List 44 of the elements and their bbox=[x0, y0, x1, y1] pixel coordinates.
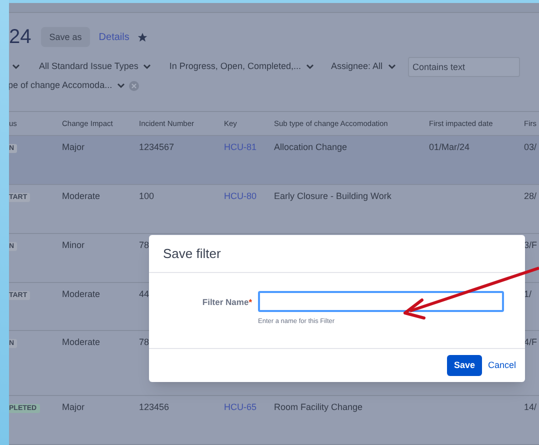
filter-dropdown[interactable]: Assignee: All bbox=[330, 60, 396, 74]
table-cell: 78 bbox=[139, 240, 150, 250]
table-cell: Moderate bbox=[62, 288, 100, 299]
table-cell: Major bbox=[62, 142, 85, 152]
table-cell: 44 bbox=[139, 288, 150, 299]
table-cell: 3/F bbox=[524, 240, 538, 250]
table-cell: Moderate bbox=[62, 190, 100, 201]
field-label: Filter Name bbox=[202, 297, 249, 307]
table-cell: Major bbox=[62, 402, 85, 412]
page-title: 24 bbox=[9, 27, 32, 48]
table-cell: 123456 bbox=[139, 402, 170, 412]
chevron-down-icon bbox=[117, 83, 126, 90]
issue-link[interactable]: HCU-80 bbox=[224, 190, 257, 201]
dialog-title: Save filter bbox=[163, 244, 221, 263]
issue-link[interactable]: HCU-81 bbox=[224, 142, 257, 152]
filter-dropdown[interactable]: In Progress, Open, Completed,... bbox=[169, 60, 314, 74]
details-link[interactable]: Details bbox=[98, 30, 130, 45]
issue-link[interactable]: HCU-65 bbox=[224, 402, 257, 412]
search-field[interactable]: Contains text bbox=[408, 56, 520, 77]
table-cell: Allocation Change bbox=[274, 142, 348, 152]
chevron-down-icon bbox=[388, 64, 396, 70]
chevron-down-icon bbox=[143, 64, 152, 70]
table-cell: Room Facility Change bbox=[274, 402, 363, 412]
table-cell: 01/Mar/24 bbox=[429, 142, 470, 152]
table-cell: 1234567 bbox=[139, 142, 174, 152]
table-cell: 28/ bbox=[524, 190, 537, 201]
table-cell: 1/ bbox=[524, 288, 532, 299]
table-cell: Moderate bbox=[62, 336, 100, 347]
table-cell: 14/ bbox=[524, 402, 537, 412]
filter-dropdown[interactable]: All Standard Issue Types bbox=[39, 60, 152, 74]
chevron-down-icon[interactable] bbox=[12, 64, 20, 70]
star-icon[interactable] bbox=[137, 32, 148, 43]
table-cell: Early Closure - Building Work bbox=[274, 190, 392, 201]
save-as-button[interactable]: Save as bbox=[41, 27, 90, 48]
required-mark: * bbox=[248, 297, 252, 307]
chevron-down-icon bbox=[306, 64, 314, 70]
table-cell: Minor bbox=[62, 240, 85, 250]
cancel-link[interactable]: Cancel bbox=[486, 358, 517, 372]
table-cell: 4/F bbox=[524, 336, 538, 347]
input-field[interactable] bbox=[258, 291, 504, 312]
save-button[interactable]: Save bbox=[446, 355, 482, 376]
table-cell: 78 bbox=[139, 336, 150, 347]
table-cell: 03/ bbox=[524, 142, 537, 152]
table-cell: 100 bbox=[139, 190, 154, 201]
